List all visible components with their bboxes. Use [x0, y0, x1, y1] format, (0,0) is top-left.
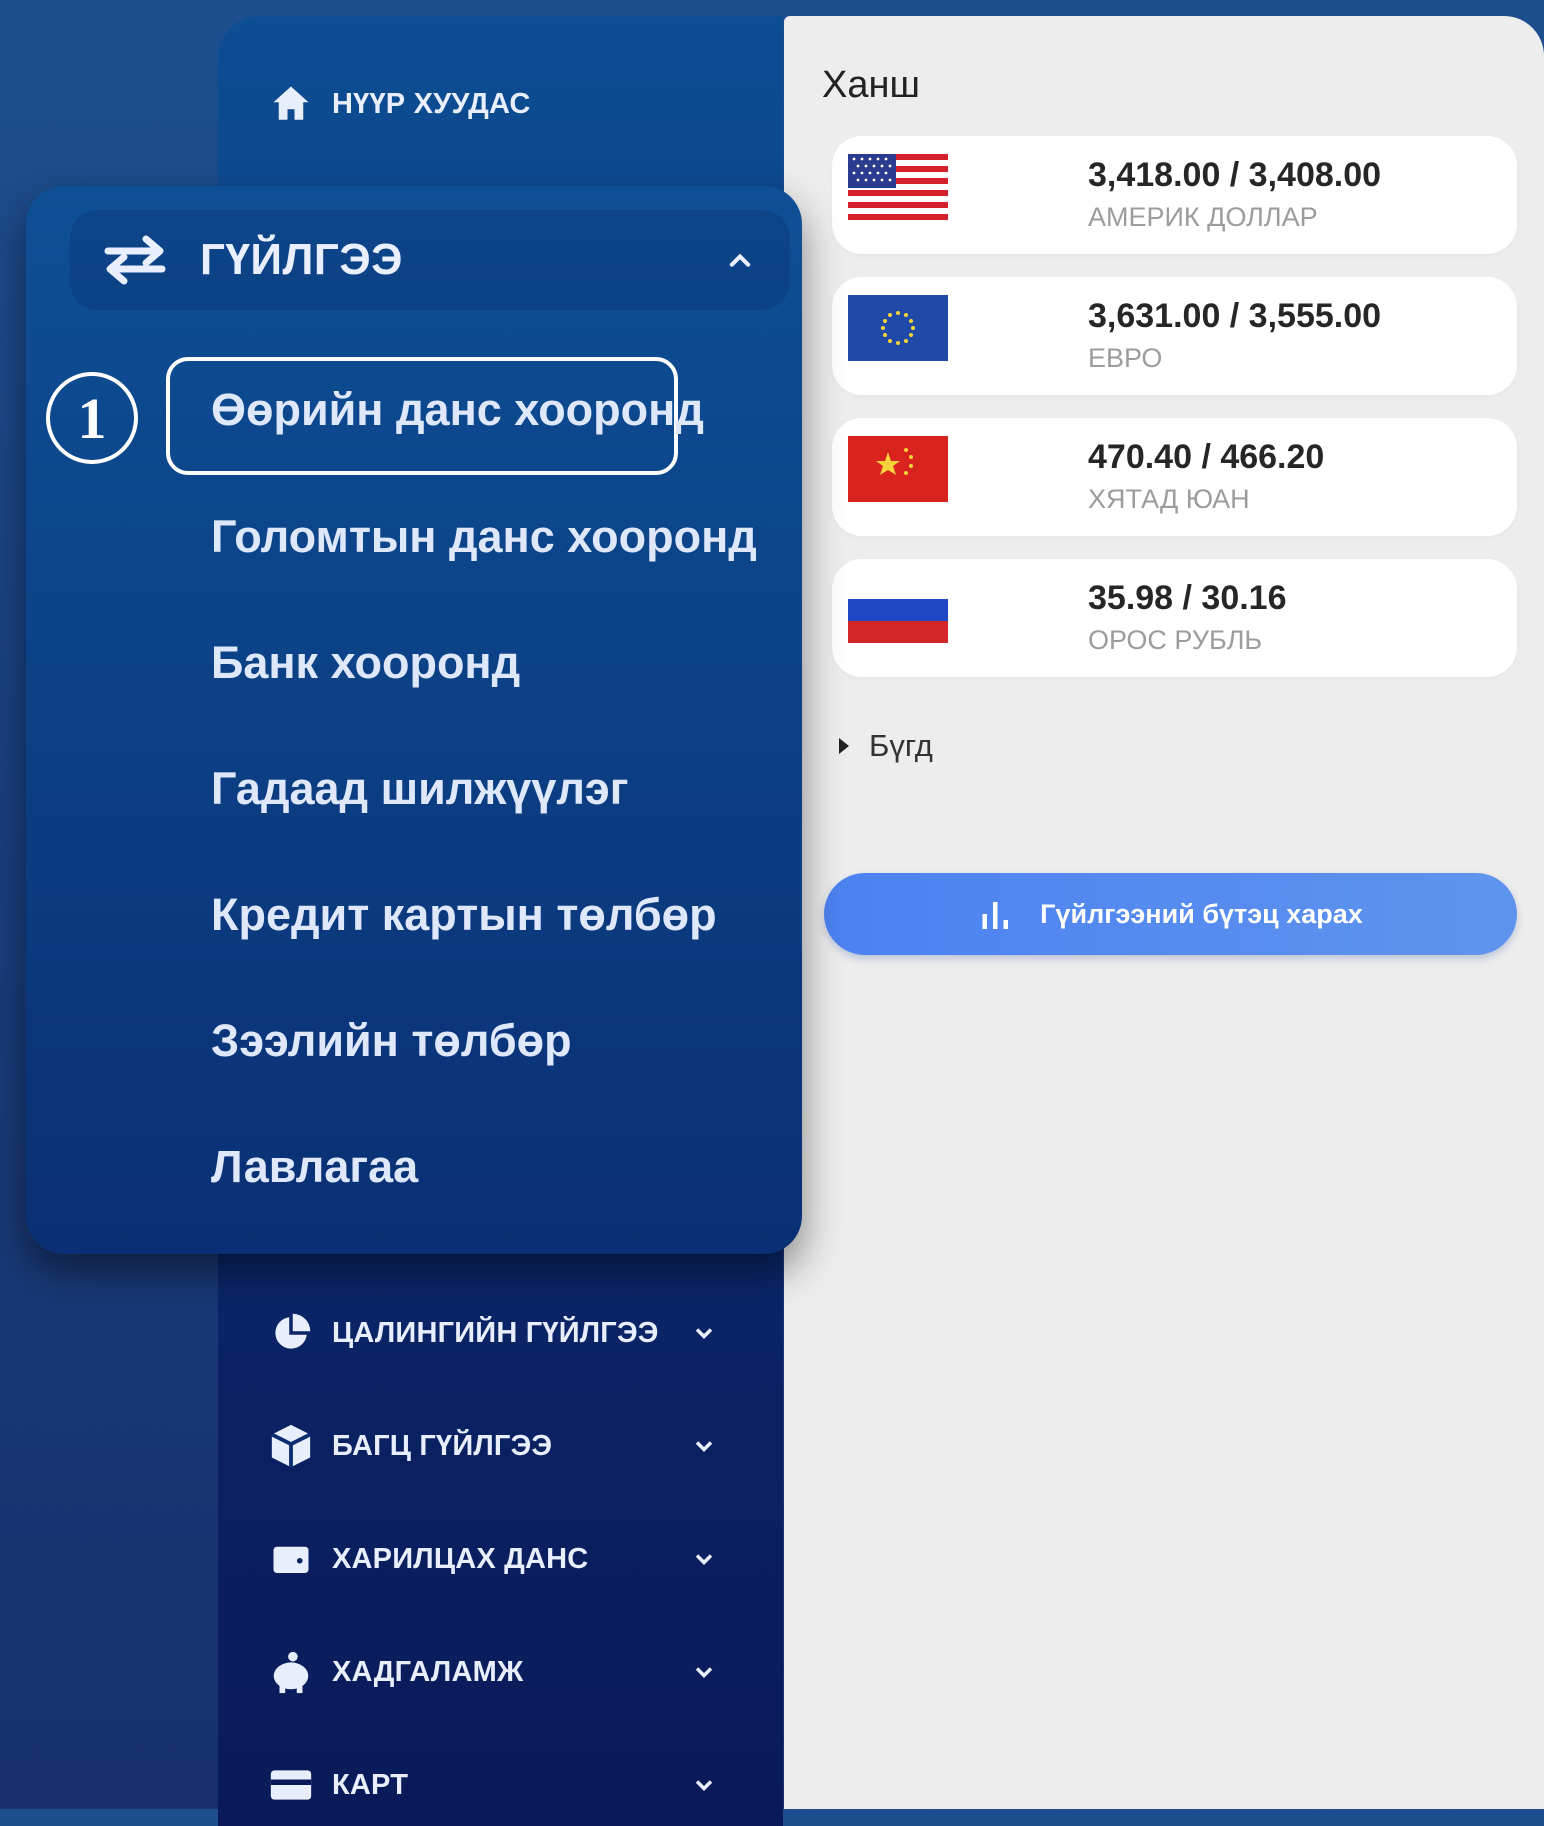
sidebar-item-label: ХАРИЛЦАХ ДАНС: [332, 1542, 589, 1575]
sidebar-item-bulk[interactable]: БАГЦ ГҮЙЛГЭЭ: [268, 1416, 718, 1476]
step-number-badge: 1: [46, 372, 138, 464]
rate-currency-name: ЕВРО: [1088, 343, 1163, 373]
card-icon: [268, 1762, 314, 1808]
transactions-menu-header[interactable]: ГҮЙЛГЭЭ: [70, 210, 790, 310]
chevron-down-icon[interactable]: [690, 1319, 718, 1347]
chevron-down-icon[interactable]: [690, 1545, 718, 1573]
rate-card[interactable]: 3,418.00 / 3,408.00 АМЕРИК ДОЛЛАР: [832, 136, 1517, 254]
chevron-down-icon[interactable]: [690, 1432, 718, 1460]
chevron-down-icon[interactable]: [690, 1771, 718, 1799]
transactions-menu-title: ГҮЙЛГЭЭ: [200, 235, 403, 284]
caret-right-icon: [839, 738, 849, 754]
exchange-rate-panel: Ханш 3,418.00 / 3,408.00 АМЕРИК ДОЛЛАР 3…: [784, 16, 1544, 1809]
rate-value: 470.40 / 466.20: [1088, 438, 1325, 476]
rate-card[interactable]: 3,631.00 / 3,555.00 ЕВРО: [832, 277, 1517, 395]
sidebar-item-salary[interactable]: ЦАЛИНГИЙН ГҮЙЛГЭЭ: [268, 1303, 718, 1363]
eu-flag-icon: [848, 295, 948, 361]
sidebar-item-card[interactable]: КАРТ: [268, 1755, 718, 1815]
package-icon: [268, 1423, 314, 1469]
rate-value: 3,418.00 / 3,408.00: [1088, 156, 1382, 194]
wallet-icon: [268, 1536, 314, 1582]
sidebar-item-label: БАГЦ ГҮЙЛГЭЭ: [332, 1429, 553, 1462]
menu-item-own-accounts[interactable]: Өөрийн данс хооронд: [211, 384, 704, 436]
chevron-up-icon[interactable]: [724, 246, 756, 274]
menu-item-foreign-transfer[interactable]: Гадаад шилжүүлэг: [211, 763, 629, 815]
sidebar-item-label: ХАДГАЛАМЖ: [332, 1655, 524, 1688]
menu-item-interbank[interactable]: Банк хооронд: [211, 637, 520, 689]
sidebar-item-label: НҮҮР ХУУДАС: [332, 87, 531, 120]
panel-title: Ханш: [822, 64, 920, 106]
cn-flag-icon: [848, 436, 948, 502]
sidebar-item-label: ЦАЛИНГИЙН ГҮЙЛГЭЭ: [332, 1316, 659, 1349]
bar-chart-icon: [978, 896, 1014, 932]
sidebar-item-home[interactable]: НҮҮР ХУУДАС: [268, 74, 718, 134]
us-flag-icon: [848, 154, 948, 220]
rate-currency-name: ОРОС РУБЛЬ: [1088, 625, 1263, 655]
piggy-bank-icon: [268, 1649, 314, 1695]
sidebar-item-label: КАРТ: [332, 1768, 409, 1801]
show-all-link[interactable]: Бүгд: [839, 728, 933, 764]
menu-item-golomt-accounts[interactable]: Голомтын данс хооронд: [211, 511, 757, 563]
pie-chart-icon: [268, 1310, 314, 1356]
rate-currency-name: ХЯТАД ЮАН: [1088, 484, 1250, 514]
rate-card[interactable]: 35.98 / 30.16 ОРОС РУБЛЬ: [832, 559, 1517, 677]
menu-item-credit-card-payment[interactable]: Кредит картын төлбөр: [211, 889, 717, 941]
show-all-label: Бүгд: [869, 728, 933, 763]
ru-flag-icon: [848, 577, 948, 643]
transfer-arrows-icon: [100, 235, 170, 285]
sidebar-item-savings[interactable]: ХАДГАЛАМЖ: [268, 1642, 718, 1702]
menu-item-loan-payment[interactable]: Зээлийн төлбөр: [211, 1015, 572, 1067]
rate-currency-name: АМЕРИК ДОЛЛАР: [1088, 202, 1318, 232]
menu-item-statement[interactable]: Лавлагаа: [211, 1141, 418, 1193]
rate-value: 35.98 / 30.16: [1088, 579, 1287, 617]
cta-label: Гүйлгээний бүтэц харах: [1040, 898, 1363, 929]
view-transaction-structure-button[interactable]: Гүйлгээний бүтэц харах: [824, 873, 1517, 955]
rate-value: 3,631.00 / 3,555.00: [1088, 297, 1382, 335]
transactions-dropdown-menu: ГҮЙЛГЭЭ 1 Өөрийн данс хооронд Голомтын д…: [26, 186, 802, 1254]
chevron-down-icon[interactable]: [690, 1658, 718, 1686]
sidebar-item-current-account[interactable]: ХАРИЛЦАХ ДАНС: [268, 1529, 718, 1589]
rate-card[interactable]: 470.40 / 466.20 ХЯТАД ЮАН: [832, 418, 1517, 536]
home-icon: [268, 81, 314, 127]
